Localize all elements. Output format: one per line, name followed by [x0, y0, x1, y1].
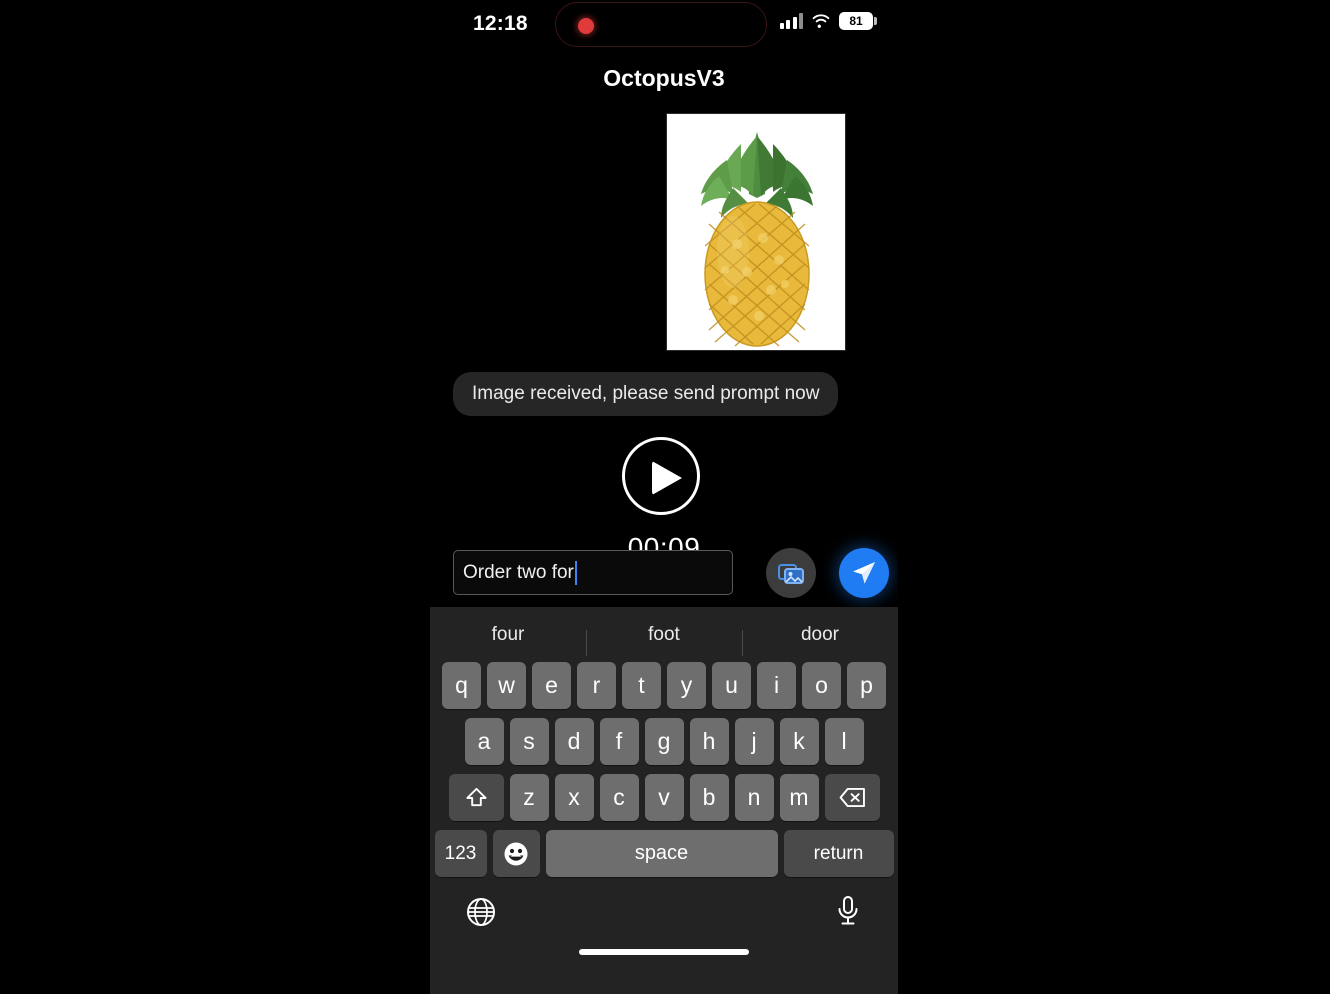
key-c[interactable]: c — [599, 774, 639, 821]
key-q[interactable]: q — [442, 662, 481, 709]
key-h[interactable]: h — [689, 718, 729, 765]
battery-level-label: 81 — [849, 14, 863, 28]
photos-icon — [777, 563, 804, 584]
key-u[interactable]: u — [712, 662, 751, 709]
suggestion-item[interactable]: door — [742, 624, 898, 656]
message-input-value: Order two for — [463, 561, 574, 583]
numbers-key[interactable]: 123 — [434, 830, 487, 877]
key-a[interactable]: a — [464, 718, 504, 765]
backspace-icon — [839, 787, 865, 808]
autocomplete-suggestions: four foot door — [430, 607, 898, 662]
key-x[interactable]: x — [554, 774, 594, 821]
phone-viewport: 12:18 81 OctopusV3 Image received, pleas… — [430, 0, 898, 994]
key-s[interactable]: s — [509, 718, 549, 765]
send-button[interactable] — [839, 548, 889, 598]
screen-canvas: 12:18 81 OctopusV3 Image received, pleas… — [0, 0, 1330, 994]
globe-icon — [467, 898, 495, 926]
page-title: OctopusV3 — [603, 65, 725, 91]
status-bar-time: 12:18 — [473, 12, 528, 35]
key-t[interactable]: t — [622, 662, 661, 709]
key-k[interactable]: k — [779, 718, 819, 765]
return-key[interactable]: return — [783, 830, 894, 877]
backspace-key[interactable] — [824, 774, 880, 821]
message-bubble: Image received, please send prompt now — [453, 372, 839, 416]
dynamic-island[interactable] — [555, 2, 767, 47]
key-r[interactable]: r — [577, 662, 616, 709]
key-m[interactable]: m — [779, 774, 819, 821]
key-w[interactable]: w — [487, 662, 526, 709]
key-e[interactable]: e — [532, 662, 571, 709]
key-p[interactable]: p — [847, 662, 886, 709]
microphone-icon — [838, 896, 858, 925]
wifi-icon — [812, 14, 830, 28]
key-y[interactable]: y — [667, 662, 706, 709]
shift-arrow-icon — [465, 787, 487, 807]
onscreen-keyboard: four foot door q w e r t y u i o p a s d… — [430, 607, 898, 994]
suggestion-item[interactable]: foot — [586, 624, 742, 656]
keyboard-row-3: z x c v b n m — [430, 774, 898, 821]
key-z[interactable]: z — [509, 774, 549, 821]
cellular-signal-icon — [779, 13, 803, 29]
pineapple-image — [667, 114, 845, 350]
space-key[interactable]: space — [545, 830, 778, 877]
key-n[interactable]: n — [734, 774, 774, 821]
send-icon — [853, 562, 875, 584]
text-caret — [574, 560, 578, 585]
key-g[interactable]: g — [644, 718, 684, 765]
key-o[interactable]: o — [802, 662, 841, 709]
key-l[interactable]: l — [824, 718, 864, 765]
play-icon — [652, 461, 682, 495]
emoji-key[interactable] — [492, 830, 540, 877]
battery-icon: 81 — [839, 12, 877, 30]
composer-row: Order two for — [430, 548, 898, 600]
keyboard-row-1: q w e r t y u i o p — [430, 662, 898, 709]
status-bar: 12:18 81 — [430, 0, 898, 50]
home-indicator — [579, 949, 749, 955]
emoji-smiley-icon — [504, 842, 528, 865]
attach-photo-button[interactable] — [766, 548, 816, 598]
screen-recording-indicator-icon — [578, 18, 594, 34]
shift-key[interactable] — [448, 774, 504, 821]
key-f[interactable]: f — [599, 718, 639, 765]
key-i[interactable]: i — [757, 662, 796, 709]
key-j[interactable]: j — [734, 718, 774, 765]
play-button[interactable] — [622, 437, 700, 515]
key-b[interactable]: b — [689, 774, 729, 821]
attachment-image[interactable] — [666, 113, 846, 351]
suggestion-item[interactable]: four — [430, 624, 586, 646]
keyboard-row-4: 123 space return — [430, 830, 898, 877]
key-d[interactable]: d — [554, 718, 594, 765]
globe-key[interactable] — [465, 896, 497, 933]
message-input[interactable]: Order two for — [453, 550, 733, 595]
dictation-key[interactable] — [833, 894, 863, 933]
key-v[interactable]: v — [644, 774, 684, 821]
keyboard-row-2: a s d f g h j k l — [430, 718, 898, 765]
keyboard-bottom-bar — [430, 886, 898, 958]
status-bar-right-group: 81 — [779, 12, 877, 30]
